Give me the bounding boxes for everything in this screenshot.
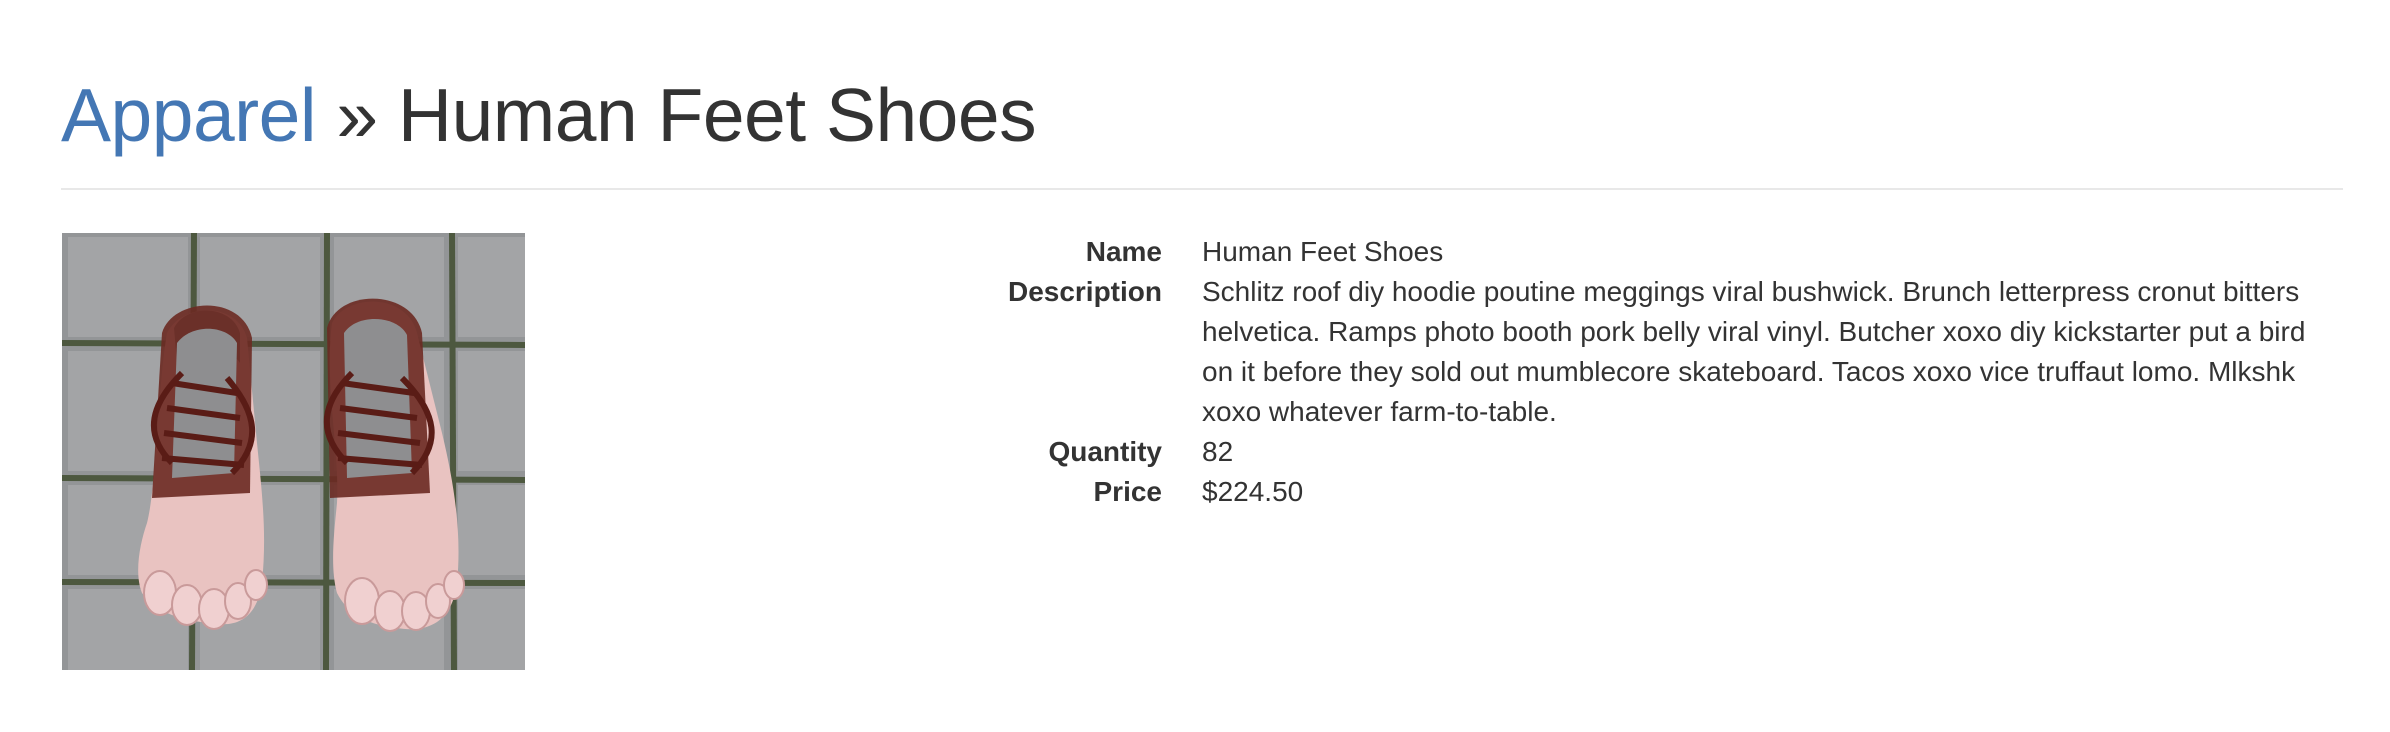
price-label: Price [1093,476,1163,507]
product-details: Name Human Feet Shoes Description Schlit… [940,232,2350,512]
name-value: Human Feet Shoes [1202,236,1444,267]
description-value: Schlitz roof diy hoodie poutine meggings… [1202,276,2306,427]
description-label: Description [1007,276,1162,307]
product-photo [62,233,525,670]
breadcrumb-current: Human Feet Shoes [397,73,1037,157]
detail-row-name: Name Human Feet Shoes [940,232,2350,272]
breadcrumb-category-link[interactable]: Apparel [61,73,317,157]
quantity-label: Quantity [1048,436,1162,467]
page-title: Apparel » Human Feet Shoes [61,70,2343,160]
detail-row-price: Price $224.50 [940,472,2350,512]
quantity-value: 82 [1202,436,1234,467]
detail-row-description: Description Schlitz roof diy hoodie pout… [940,272,2350,432]
page-header: Apparel » Human Feet Shoes [61,70,2343,190]
price-value: $224.50 [1202,476,1304,507]
breadcrumb-separator: » [336,73,378,157]
product-image [62,233,525,670]
name-label: Name [1085,236,1162,267]
detail-row-quantity: Quantity 82 [940,432,2350,472]
